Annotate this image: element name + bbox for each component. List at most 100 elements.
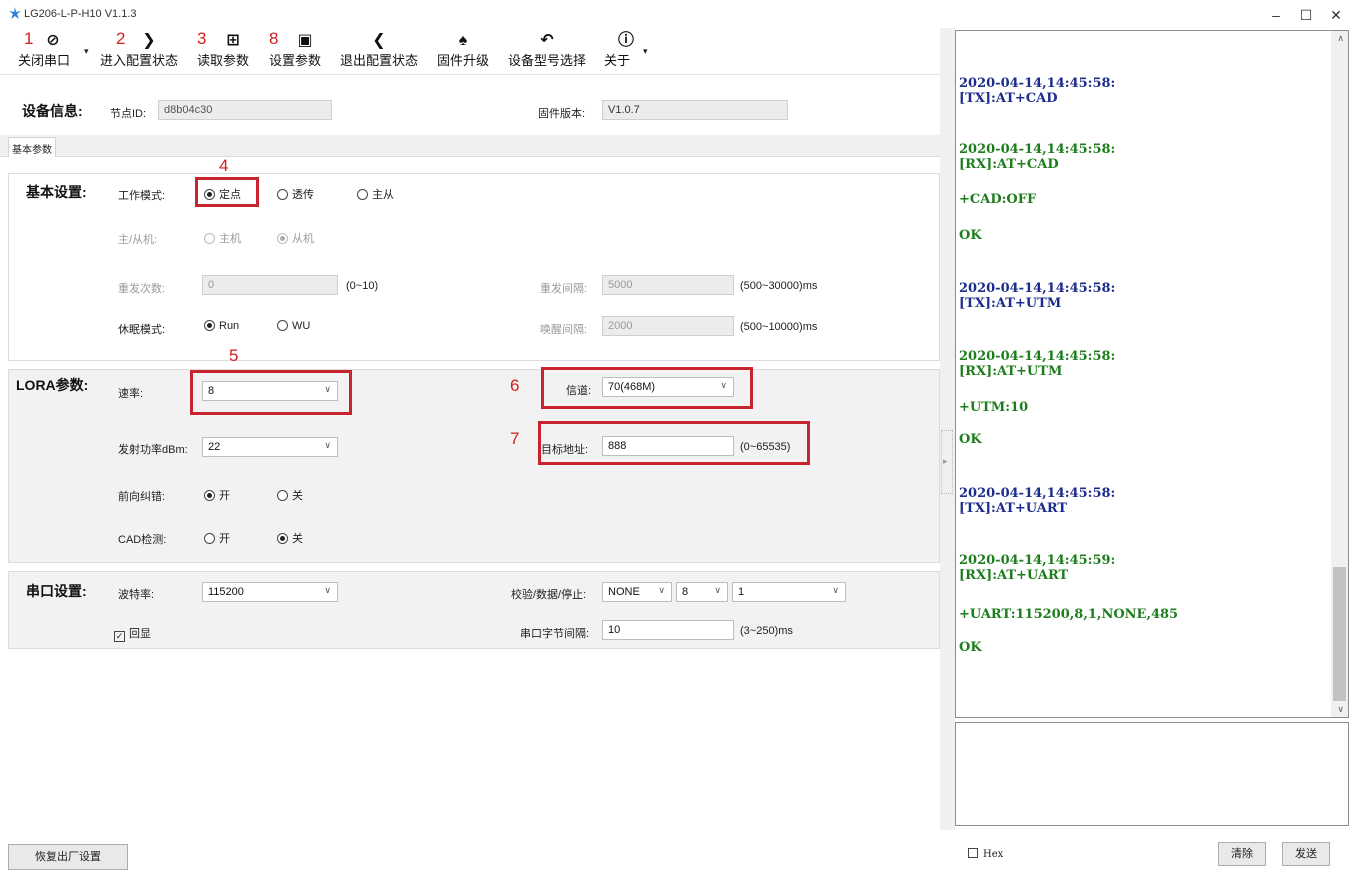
tab-bar: 基本参数 (0, 135, 940, 157)
factory-reset-button[interactable]: 恢复出厂设置 (8, 844, 128, 870)
config-pane: 设备信息: 节点ID: d8b04c30 固件版本: V1.0.7 基本参数 4… (0, 74, 940, 830)
radio-wu-label: WU (292, 320, 311, 332)
send-input[interactable] (955, 722, 1349, 826)
hex-checkbox[interactable]: Hex (968, 848, 1003, 860)
radio-run-label: Run (219, 320, 240, 332)
chevron-down-icon: ∨ (324, 384, 331, 394)
parity-select[interactable]: NONE ∨ (602, 582, 672, 602)
radio-fec-on[interactable]: 开 (204, 487, 230, 503)
firmware-version-field[interactable]: V1.0.7 (602, 100, 788, 120)
chevron-down-icon: ∨ (720, 380, 727, 390)
tx-power-select[interactable]: 22 ∨ (202, 437, 338, 457)
radio-slave[interactable]: 从机 (277, 230, 314, 246)
about-button[interactable]: ⓘ 关于 (600, 30, 640, 72)
scroll-up-icon[interactable]: ∧ (1337, 33, 1344, 44)
app-logo-icon (9, 7, 21, 19)
retry-interval-field[interactable]: 5000 (602, 275, 734, 295)
rate-label: 速率: (118, 388, 144, 400)
radio-dot-icon (277, 533, 288, 544)
radio-fixed-point[interactable]: 定点 (204, 186, 241, 202)
tab-basic-params[interactable]: 基本参数 (8, 137, 56, 157)
radio-cad-on[interactable]: 开 (204, 530, 230, 546)
radio-fec-off[interactable]: 关 (277, 487, 303, 503)
radio-dot-icon (277, 320, 288, 331)
radio-dot-icon (277, 490, 288, 501)
clear-button[interactable]: 清除 (1218, 842, 1266, 866)
log-line: OK (959, 228, 982, 243)
enter-config-button[interactable]: ❯ 进入配置状态 (94, 30, 184, 72)
set-params-button[interactable]: ▣ 设置参数 (264, 30, 326, 72)
pane-splitter[interactable] (940, 28, 955, 830)
radio-dot-icon (277, 189, 288, 200)
firmware-upgrade-button[interactable]: ♠ 固件升级 (432, 30, 494, 72)
data-bits-select[interactable]: 8 ∨ (676, 582, 728, 602)
read-document-icon: ⊞ (226, 32, 240, 49)
byte-interval-range: (3~250)ms (740, 625, 793, 637)
byte-interval-label: 串口字节间隔: (520, 628, 590, 640)
radio-wu[interactable]: WU (277, 320, 310, 332)
scroll-down-icon[interactable]: ∨ (1337, 704, 1344, 715)
close-port-button[interactable]: ⊘ 关闭串口 (12, 30, 76, 72)
close-button[interactable]: ✕ (1313, 2, 1353, 28)
channel-select[interactable]: 70(468M) ∨ (602, 377, 734, 397)
retry-interval-label: 重发间隔: (540, 283, 588, 295)
about-dropdown-caret-icon[interactable]: ▾ (643, 46, 648, 57)
wake-interval-field[interactable]: 2000 (602, 316, 734, 336)
read-params-label: 读取参数 (196, 53, 249, 68)
echo-checkbox[interactable]: ✓ 回显 (114, 625, 151, 642)
radio-cad-off-label: 关 (292, 533, 303, 545)
stop-bits-select-value: 1 (738, 586, 745, 598)
master-slave-label: 主/从机: (118, 234, 158, 246)
byte-interval-field[interactable]: 10 (602, 620, 734, 640)
exit-config-button[interactable]: ❮ 退出配置状态 (334, 30, 424, 72)
log-scrollbar-thumb[interactable] (1333, 567, 1346, 701)
checkbox-icon (968, 848, 978, 858)
log-line: [RX]:AT+CAD (959, 157, 1059, 172)
retry-interval-range: (500~30000)ms (740, 280, 818, 292)
device-model-button[interactable]: ↶ 设备型号选择 (502, 30, 592, 72)
radio-master-slave[interactable]: 主从 (357, 186, 394, 202)
chevron-right-icon: ❯ (142, 32, 156, 49)
retry-count-field[interactable]: 0 (202, 275, 338, 295)
device-info-title: 设备信息: (22, 103, 83, 119)
log-line: OK (959, 432, 982, 447)
stop-bits-select[interactable]: 1 ∨ (732, 582, 846, 602)
radio-master[interactable]: 主机 (204, 230, 241, 246)
parity-data-stop-label: 校验/数据/停止: (511, 589, 587, 601)
window-title: LG206-L-P-H10 V1.1.3 (24, 8, 137, 20)
log-scrollbar[interactable]: ∧ ∨ (1331, 31, 1348, 717)
retry-count-label: 重发次数: (118, 283, 166, 295)
log-line: 2020-04-14,14:45:58: (959, 76, 1116, 91)
read-params-button[interactable]: ⊞ 读取参数 (192, 30, 254, 72)
wake-interval-label: 唤醒间隔: (540, 324, 588, 336)
fec-label: 前向纠错: (118, 491, 166, 503)
node-id-field[interactable]: d8b04c30 (158, 100, 332, 120)
info-icon: ⓘ (617, 32, 634, 49)
radio-transparent[interactable]: 透传 (277, 186, 314, 202)
radio-cad-off[interactable]: 关 (277, 530, 303, 546)
baud-rate-select[interactable]: 115200 ∨ (202, 582, 338, 602)
port-dropdown-caret-icon[interactable]: ▾ (84, 46, 89, 57)
channel-label: 信道: (566, 385, 592, 397)
chevron-down-icon: ∨ (658, 585, 665, 595)
radio-fixed-point-label: 定点 (219, 189, 241, 201)
splitter-collapse-icon[interactable]: ▸ (943, 456, 948, 467)
rate-select[interactable]: 8 ∨ (202, 381, 338, 401)
log-line: [TX]:AT+UTM (959, 296, 1062, 311)
send-button[interactable]: 发送 (1282, 842, 1330, 866)
radio-run[interactable]: Run (204, 320, 239, 332)
radio-dot-icon (204, 320, 215, 331)
title-bar: LG206-L-P-H10 V1.1.3 – ☐ ✕ (0, 0, 1353, 28)
radio-master-label: 主机 (219, 233, 241, 245)
tx-power-label: 发射功率dBm: (118, 444, 188, 456)
log-line: [TX]:AT+UART (959, 501, 1068, 516)
chevron-down-icon: ∨ (324, 585, 331, 595)
parity-select-value: NONE (608, 586, 640, 598)
wake-interval-range: (500~10000)ms (740, 321, 818, 333)
target-address-field[interactable]: 888 (602, 436, 734, 456)
radio-slave-label: 从机 (292, 233, 314, 245)
about-label: 关于 (604, 53, 631, 68)
baud-rate-select-value: 115200 (208, 586, 244, 598)
radio-dot-icon (204, 533, 215, 544)
serial-log-output[interactable]: 2020-04-14,14:45:58: [TX]:AT+CAD 2020-04… (955, 30, 1349, 718)
